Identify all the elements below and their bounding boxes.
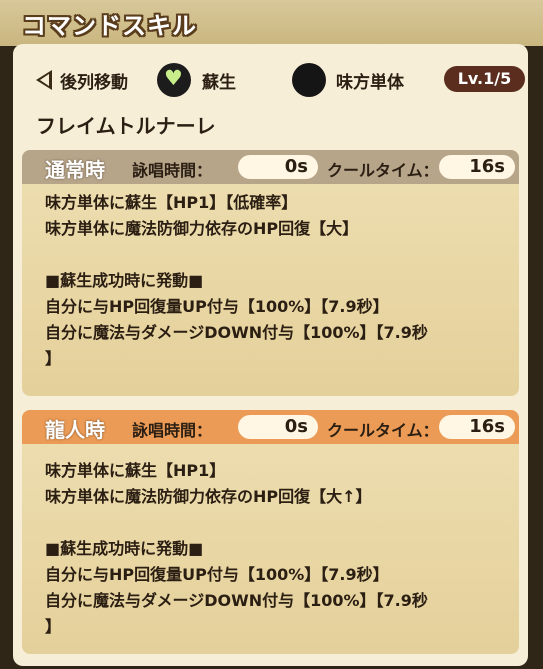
effect-line: 味方単体に蘇生【HP1】 — [45, 461, 226, 480]
cast-time-label: 詠唱時間： — [132, 161, 213, 180]
effect-line: 味方単体に蘇生【HP1】【低確率】 — [45, 193, 298, 212]
dragon-mode-panel: 龍人時 詠唱時間： 0s クールタイム： 16s 味方単体に蘇生【HP1】 味方… — [22, 410, 519, 654]
back-triangle-icon-inner — [40, 74, 49, 86]
effect-line: 自分に与HP回復量UP付与【100%】【7.9秒】 — [45, 297, 389, 316]
cast-time-value: 0s — [238, 155, 318, 179]
section-title: コマンドスキル — [22, 12, 197, 40]
dragon-mode-header: 龍人時 詠唱時間： 0s クールタイム： 16s — [22, 410, 519, 444]
effect-line: ■蘇生成功時に発動■ — [45, 539, 204, 558]
heart-icon: ♥ — [157, 63, 191, 97]
target-circle-icon — [292, 63, 326, 97]
effect-line: 味方単体に魔法防御力依存のHP回復【大↑】 — [45, 487, 372, 506]
effect-line: 自分に与HP回復量UP付与【100%】【7.9秒】 — [45, 565, 389, 584]
dragon-mode-description: 味方単体に蘇生【HP1】 味方単体に魔法防御力依存のHP回復【大↑】 ■蘇生成功… — [45, 458, 515, 640]
revive-label: 蘇生 — [202, 73, 236, 93]
effect-line: 】 — [45, 349, 62, 368]
skill-card: 後列移動 ♥ 蘇生 味方単体 Lv.1/5 フレイムトルナーレ 通常時 詠唱時間… — [13, 44, 528, 666]
target-label: 味方単体 — [336, 73, 404, 93]
cooldown-value: 16s — [439, 155, 515, 179]
mode-label: 龍人時 — [45, 418, 105, 442]
header-band: コマンドスキル — [0, 0, 543, 46]
normal-mode-header: 通常時 詠唱時間： 0s クールタイム： 16s — [22, 150, 519, 184]
row-move-label: 後列移動 — [60, 73, 128, 93]
normal-mode-description: 味方単体に蘇生【HP1】【低確率】 味方単体に魔法防御力依存のHP回復【大】 ■… — [45, 190, 515, 372]
effect-line: 自分に魔法与ダメージDOWN付与【100%】【7.9秒 — [45, 323, 428, 342]
effect-line: 自分に魔法与ダメージDOWN付与【100%】【7.9秒 — [45, 591, 428, 610]
cooldown-value: 16s — [439, 415, 515, 439]
mode-label: 通常時 — [45, 158, 105, 182]
cast-time-value: 0s — [238, 415, 318, 439]
skill-name: フレイムトルナーレ — [36, 114, 216, 138]
effect-line: 】 — [45, 617, 62, 636]
level-badge: Lv.1/5 — [444, 66, 525, 92]
skill-attributes-row: 後列移動 ♥ 蘇生 味方単体 Lv.1/5 — [13, 60, 528, 97]
effect-line: ■蘇生成功時に発動■ — [45, 271, 204, 290]
normal-mode-panel: 通常時 詠唱時間： 0s クールタイム： 16s 味方単体に蘇生【HP1】【低確… — [22, 150, 519, 396]
cast-time-label: 詠唱時間： — [132, 421, 213, 440]
cooldown-label: クールタイム： — [327, 421, 439, 440]
effect-line: 味方単体に魔法防御力依存のHP回復【大】 — [45, 219, 359, 238]
cooldown-label: クールタイム： — [327, 161, 439, 180]
